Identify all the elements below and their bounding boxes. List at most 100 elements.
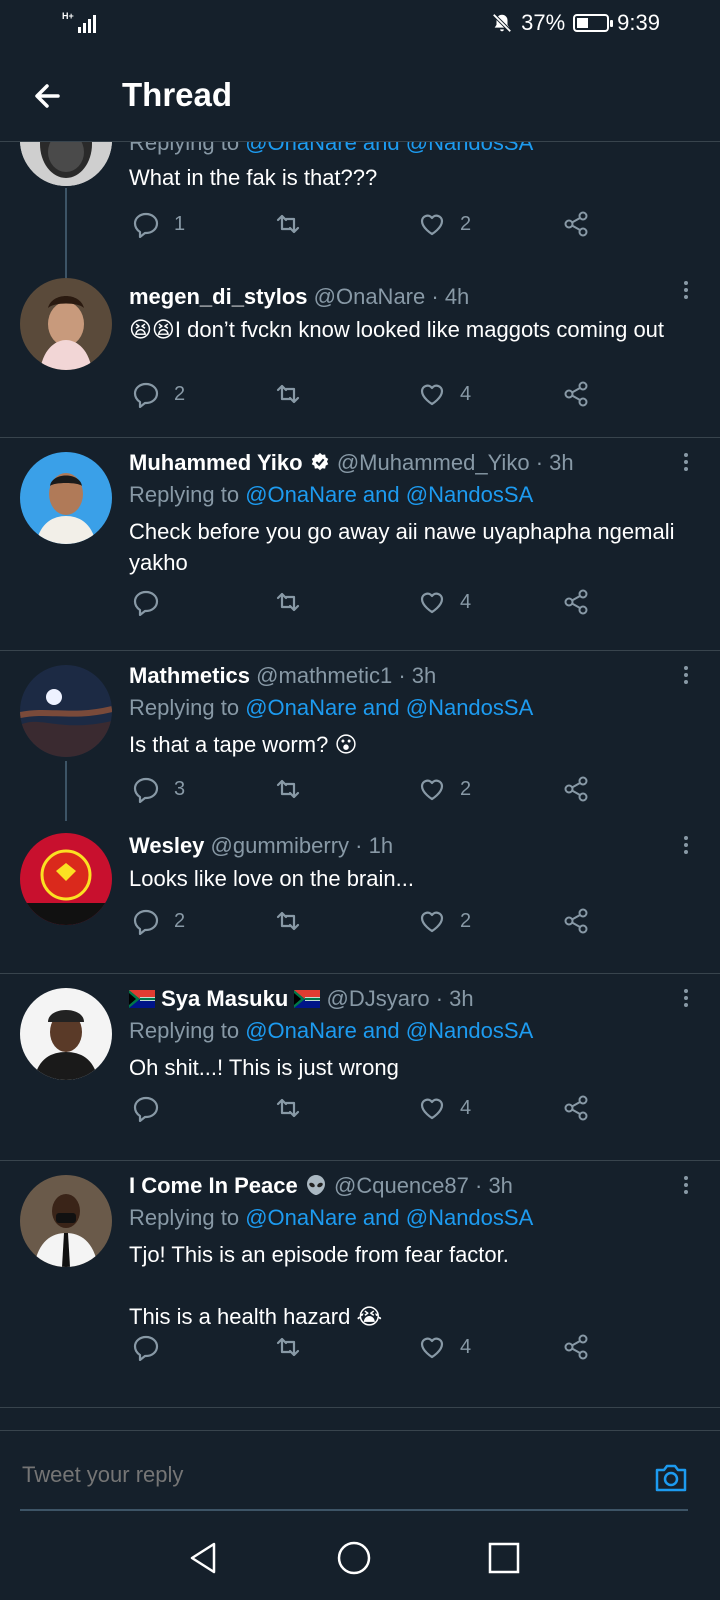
retweet-icon (276, 1098, 300, 1118)
tweet[interactable]: Replying to @OnaNare and @NandosSA What … (0, 142, 720, 278)
nav-back-icon[interactable] (184, 1538, 224, 1578)
more-options-icon[interactable] (684, 278, 690, 302)
share-button[interactable] (562, 907, 590, 935)
avatar[interactable] (20, 142, 112, 186)
share-icon (564, 1095, 588, 1121)
reply-button[interactable] (132, 1094, 174, 1122)
retweet-icon (276, 214, 300, 234)
avatar[interactable] (20, 988, 112, 1080)
share-button[interactable] (562, 1333, 590, 1361)
more-options-icon[interactable] (684, 1173, 690, 1197)
thread-connector (65, 761, 67, 821)
like-button[interactable]: 4 (418, 380, 471, 408)
retweet-button[interactable] (274, 775, 316, 803)
crying-face-emoji: 😭 (356, 1304, 383, 1329)
reply-input[interactable] (20, 1461, 624, 1489)
tweet[interactable]: megen_di_stylos @OnaNare · 4h 😫😫I don’t … (0, 270, 720, 428)
avatar[interactable] (20, 1175, 112, 1267)
share-button[interactable] (562, 588, 590, 616)
tweet[interactable]: Muhammed Yiko @Muhammed_Yiko · 3h Replyi… (0, 438, 720, 650)
share-icon (564, 211, 588, 237)
retweet-button[interactable] (274, 1094, 316, 1122)
like-button[interactable]: 4 (418, 1094, 471, 1122)
user-handle[interactable]: @Cquence87 (334, 1173, 469, 1198)
like-count: 4 (460, 1096, 472, 1119)
more-options-icon[interactable] (684, 450, 690, 474)
replying-to: Replying to @OnaNare and @NandosSA (129, 1205, 533, 1231)
reply-button[interactable]: 2 (132, 380, 185, 408)
reply-mentions-link[interactable]: @OnaNare and @NandosSA (245, 1205, 533, 1230)
verified-badge-icon (311, 452, 328, 471)
tweet-actions: 4 (132, 588, 612, 618)
share-button[interactable] (562, 775, 590, 803)
camera-icon[interactable] (652, 1459, 690, 1497)
user-handle[interactable]: @Muhammed_Yiko (337, 450, 530, 475)
reply-mentions-link[interactable]: @OnaNare and @NandosSA (245, 695, 533, 720)
bell-off-icon (492, 13, 512, 33)
retweet-button[interactable] (274, 588, 316, 616)
like-button[interactable]: 2 (418, 210, 471, 238)
more-options-icon[interactable] (684, 663, 690, 687)
tweet-text: Check before you go away aii nawe uyapha… (129, 519, 681, 575)
tweet-time: · 1h (355, 833, 394, 858)
tweet-text: Tjo! This is an episode from fear factor… (129, 1239, 689, 1332)
reply-button[interactable]: 2 (132, 907, 185, 935)
avatar[interactable] (20, 452, 112, 544)
user-handle[interactable]: @mathmetic1 (256, 663, 392, 688)
avatar[interactable] (20, 833, 112, 925)
reply-mentions-link[interactable]: @OnaNare and @NandosSA (245, 1018, 533, 1043)
reply-mentions-link[interactable]: @OnaNare and @NandosSA (245, 482, 533, 507)
share-button[interactable] (562, 380, 590, 408)
tweet[interactable]: Sya Masuku @DJsyaro · 3h Replying to @On… (0, 974, 720, 1160)
display-name[interactable]: Mathmetics (129, 663, 250, 688)
tweet-time: · 3h (475, 1173, 513, 1198)
tweet-text-content: I don’t fvckn know looked like maggots c… (174, 317, 665, 342)
retweet-button[interactable] (274, 907, 316, 935)
avatar[interactable] (20, 278, 112, 370)
reply-button[interactable] (132, 1333, 174, 1361)
share-button[interactable] (562, 1094, 590, 1122)
page-title: Thread (122, 76, 233, 113)
like-count: 2 (460, 909, 472, 932)
tweet-text: 😫😫I don’t fvckn know looked like maggots… (129, 314, 689, 345)
tired-face-emoji: 😫😫 (129, 317, 175, 342)
more-options-icon[interactable] (684, 833, 690, 857)
top-app-bar: Thread (0, 48, 720, 142)
like-button[interactable]: 2 (418, 775, 471, 803)
reply-button[interactable] (132, 588, 174, 616)
retweet-button[interactable] (274, 380, 316, 408)
reply-icon (133, 590, 159, 616)
share-icon (564, 381, 588, 407)
tweet-text: Oh shit...! This is just wrong (129, 1055, 399, 1080)
display-name[interactable]: I Come In Peace (129, 1173, 298, 1198)
tweet-actions: 3 2 (132, 775, 612, 805)
share-icon (564, 1334, 588, 1360)
display-name[interactable]: Muhammed Yiko (129, 450, 303, 475)
like-button[interactable]: 4 (418, 1333, 471, 1361)
thread-feed[interactable]: Replying to @OnaNare and @NandosSA What … (0, 142, 720, 1430)
reply-mentions-link[interactable]: @OnaNare and @NandosSA (245, 142, 533, 155)
user-handle[interactable]: @OnaNare (314, 284, 426, 309)
user-handle[interactable]: @DJsyaro (327, 986, 430, 1011)
retweet-button[interactable] (274, 1333, 316, 1361)
tweet[interactable]: Mathmetics @mathmetic1 · 3h Replying to … (0, 651, 720, 821)
back-arrow-icon[interactable] (28, 76, 68, 116)
alien-icon (306, 1175, 325, 1195)
more-options-icon[interactable] (684, 986, 690, 1010)
display-name[interactable]: Wesley (129, 833, 204, 858)
share-button[interactable] (562, 210, 590, 238)
nav-recents-icon[interactable] (484, 1538, 524, 1578)
display-name[interactable]: Sya Masuku (161, 986, 288, 1011)
user-handle[interactable]: @gummiberry (211, 833, 349, 858)
tweet[interactable]: I Come In Peace @Cquence87 · 3h Replying… (0, 1161, 720, 1407)
nav-home-icon[interactable] (334, 1538, 374, 1578)
replying-to-label: Replying to (129, 1205, 240, 1230)
like-button[interactable]: 4 (418, 588, 471, 616)
like-button[interactable]: 2 (418, 907, 471, 935)
avatar[interactable] (20, 665, 112, 757)
display-name[interactable]: megen_di_stylos (129, 284, 308, 309)
reply-button[interactable]: 1 (132, 210, 185, 238)
retweet-button[interactable] (274, 210, 316, 238)
reply-button[interactable]: 3 (132, 775, 185, 803)
tweet[interactable]: Wesley @gummiberry · 1h Looks like love … (0, 821, 720, 967)
